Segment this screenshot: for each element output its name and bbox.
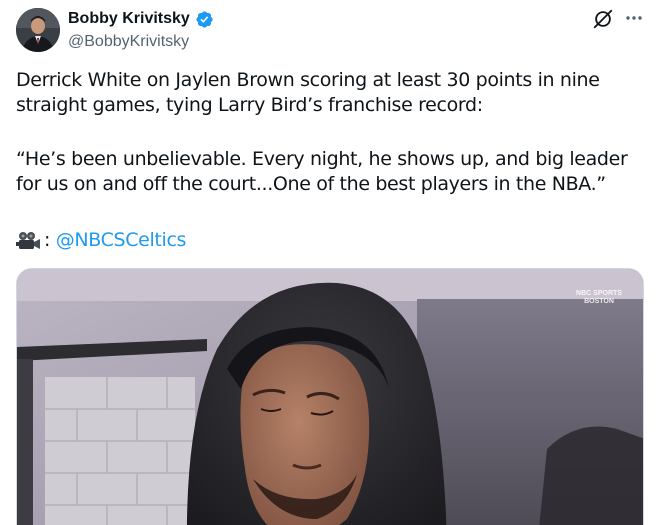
tweet-paragraph-quote: “He’s been unbelievable. Every night, he… (16, 148, 628, 195)
author-handle[interactable]: @BobbyKrivitsky (68, 32, 189, 52)
tweet-paragraph-intro: Derrick White on Jaylen Brown scoring at… (16, 69, 600, 116)
svg-text:NBC SPORTS: NBC SPORTS (576, 290, 622, 297)
author-display-name[interactable]: Bobby Krivitsky (68, 9, 190, 29)
brick-wall (45, 377, 195, 525)
profile-photo (16, 8, 60, 52)
mention-link[interactable]: @NBCSCeltics (56, 228, 187, 253)
svg-text:BOSTON: BOSTON (584, 298, 614, 305)
more-options-icon[interactable] (624, 8, 644, 28)
movie-camera-icon (16, 231, 42, 251)
video-thumbnail[interactable]: NBC SPORTS BOSTON (16, 268, 644, 525)
verified-badge-icon (195, 10, 214, 29)
credit-separator: : (44, 229, 56, 251)
grok-icon[interactable] (592, 8, 614, 30)
tweet-credit-line: : @NBCSCeltics (16, 228, 646, 253)
author-avatar[interactable] (16, 8, 60, 52)
